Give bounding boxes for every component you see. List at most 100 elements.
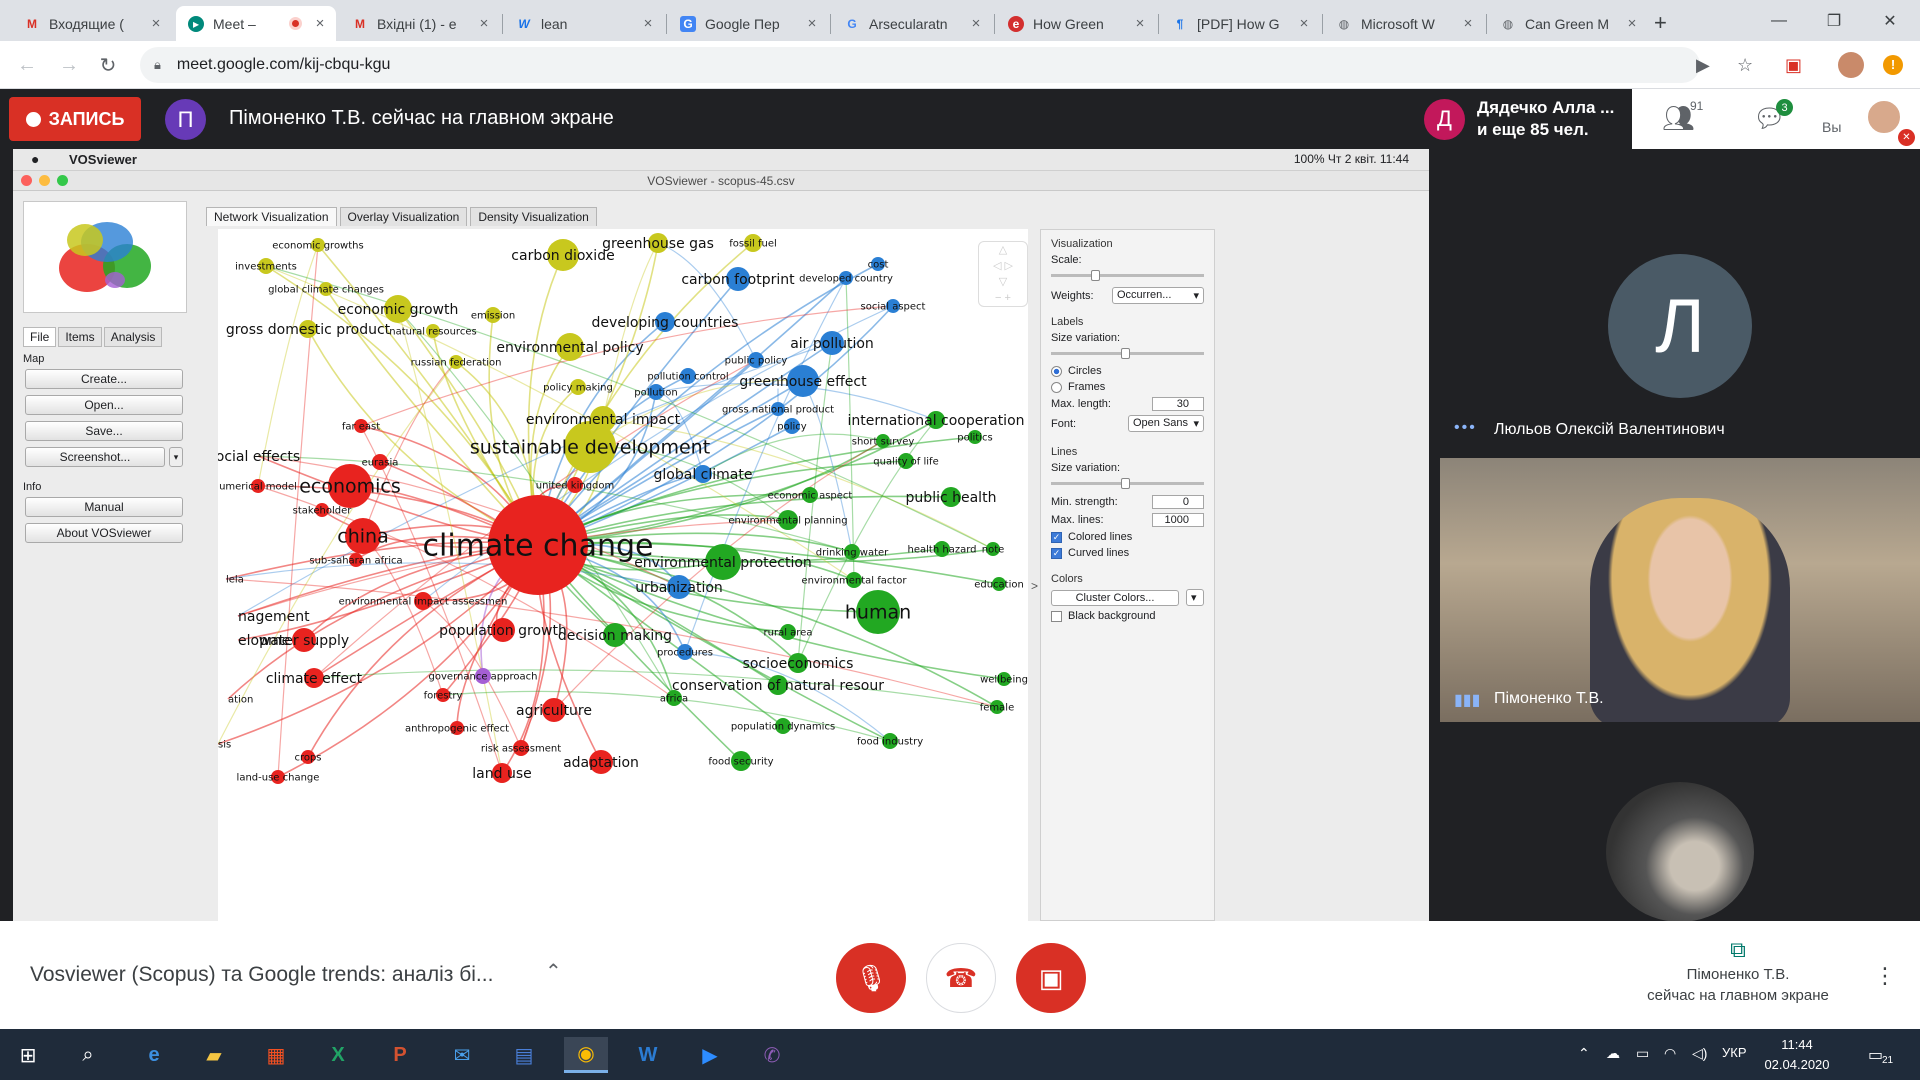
- tab-analysis[interactable]: Analysis: [103, 327, 163, 347]
- store-icon[interactable]: ▦: [254, 1037, 298, 1073]
- network-map[interactable]: climate change sustainable development car…: [218, 229, 1028, 921]
- taskbar-clock[interactable]: 11:44 02.04.2020: [1752, 1035, 1842, 1075]
- notifications-icon[interactable]: ▭: [1868, 1045, 1883, 1065]
- window-minimize-button[interactable]: [39, 175, 50, 186]
- tab-overlay-visualization[interactable]: Overlay Visualization: [339, 207, 468, 226]
- microphone-toggle-button[interactable]: 🎙︎: [836, 943, 906, 1013]
- tab-file[interactable]: File: [23, 327, 57, 347]
- save-button[interactable]: Save...: [25, 421, 183, 441]
- colored-lines-checkbox[interactable]: ✓: [1051, 531, 1062, 543]
- meeting-title[interactable]: Vosviewer (Scopus) та Google trends: ана…: [30, 963, 493, 987]
- camera-indicator-icon[interactable]: ▶: [1696, 55, 1710, 76]
- profile-avatar[interactable]: [1838, 52, 1864, 78]
- browser-tab[interactable]: M Вхідні (1) - e ×: [340, 6, 500, 41]
- scale-slider[interactable]: [1051, 270, 1204, 281]
- cluster-colors-dropdown-icon[interactable]: ▾: [1186, 589, 1204, 606]
- volume-icon[interactable]: ◁): [1692, 1045, 1707, 1062]
- close-window-button[interactable]: ✕: [1862, 0, 1918, 41]
- self-avatar[interactable]: [1866, 99, 1902, 135]
- network-svg[interactable]: climate change sustainable development car…: [218, 229, 1028, 921]
- zoom-icon[interactable]: ▶: [688, 1037, 732, 1073]
- participant-video-tile[interactable]: ▮▮▮ Пімоненко Т.В.: [1440, 458, 1920, 722]
- close-tab-icon[interactable]: ×: [1132, 15, 1148, 32]
- address-bar[interactable]: 🔒︎ meet.google.com/kij-cbqu-kgu: [140, 47, 1700, 83]
- lines-size-slider[interactable]: [1051, 478, 1204, 489]
- open-button[interactable]: Open...: [25, 395, 183, 415]
- save-disk-icon[interactable]: ▤: [502, 1037, 546, 1073]
- labels-size-slider[interactable]: [1051, 348, 1204, 359]
- chevron-up-icon[interactable]: ⌃: [545, 959, 562, 984]
- extension-icon[interactable]: ▣: [1785, 55, 1802, 76]
- tab-items[interactable]: Items: [58, 327, 102, 347]
- about-button[interactable]: About VOSviewer: [25, 523, 183, 543]
- update-alert-icon[interactable]: !: [1883, 55, 1903, 75]
- curved-lines-checkbox[interactable]: ✓: [1051, 547, 1062, 559]
- circles-radio[interactable]: [1051, 365, 1062, 377]
- collapse-panel-icon[interactable]: >: [1031, 579, 1038, 593]
- viber-icon[interactable]: ✆: [750, 1037, 794, 1073]
- slider-knob[interactable]: [1091, 270, 1100, 281]
- min-strength-input[interactable]: 0: [1152, 495, 1204, 509]
- frames-radio[interactable]: [1051, 381, 1062, 393]
- chrome-icon[interactable]: ◉: [564, 1037, 608, 1073]
- battery-icon[interactable]: ▭: [1636, 1045, 1649, 1062]
- browser-tab[interactable]: ¶ [PDF] How G ×: [1160, 6, 1320, 41]
- browser-tab[interactable]: ◍ Microsoft W ×: [1324, 6, 1484, 41]
- participants-preview[interactable]: Д Дядечко Алла ... и еще 85 чел.: [1418, 89, 1630, 149]
- max-lines-input[interactable]: 1000: [1152, 513, 1204, 527]
- create-button[interactable]: Create...: [25, 369, 183, 389]
- back-button[interactable]: ←: [13, 51, 41, 79]
- close-tab-icon[interactable]: ×: [968, 15, 984, 32]
- browser-tab[interactable]: G Arsecularatn ×: [832, 6, 992, 41]
- tab-density-visualization[interactable]: Density Visualization: [470, 207, 597, 226]
- tray-chevron-icon[interactable]: ⌃: [1578, 1045, 1590, 1062]
- mail-icon[interactable]: ✉: [440, 1037, 484, 1073]
- slider-knob[interactable]: [1121, 478, 1130, 489]
- screenshot-button[interactable]: Screenshot...: [25, 447, 165, 467]
- wifi-icon[interactable]: ◠: [1664, 1045, 1676, 1062]
- bookmark-star-icon[interactable]: ☆: [1737, 55, 1753, 76]
- screenshot-dropdown-icon[interactable]: ▾: [169, 447, 183, 467]
- window-zoom-button[interactable]: [57, 175, 68, 186]
- browser-tab[interactable]: e How Green ×: [996, 6, 1156, 41]
- excel-icon[interactable]: X: [316, 1037, 360, 1073]
- presenting-status[interactable]: ⧉ Пімоненко Т.В. сейчас на главном экран…: [1628, 939, 1848, 1006]
- close-tab-icon[interactable]: ×: [804, 15, 820, 32]
- language-indicator[interactable]: УКР: [1722, 1045, 1747, 1060]
- close-tab-icon[interactable]: ×: [148, 15, 164, 32]
- black-background-checkbox[interactable]: [1051, 610, 1062, 622]
- close-tab-icon[interactable]: ×: [1624, 15, 1640, 32]
- onedrive-icon[interactable]: ☁: [1606, 1045, 1620, 1062]
- file-explorer-icon[interactable]: ▰: [192, 1037, 236, 1073]
- participant-tile[interactable]: Л ••• Люльов Олексій Валентинович: [1440, 149, 1920, 449]
- browser-tab[interactable]: M Входящие ( ×: [12, 6, 172, 41]
- close-tab-icon[interactable]: ×: [1296, 15, 1312, 32]
- minimize-button[interactable]: —: [1751, 0, 1807, 41]
- reload-button[interactable]: ↻: [94, 51, 122, 79]
- maximize-button[interactable]: ❐: [1806, 0, 1862, 41]
- close-tab-icon[interactable]: ×: [1460, 15, 1476, 32]
- new-tab-button[interactable]: +: [1654, 10, 1667, 36]
- font-select[interactable]: Open Sans ▾: [1128, 415, 1204, 432]
- browser-tab[interactable]: ◍ Can Green M ×: [1488, 6, 1648, 41]
- more-options-icon[interactable]: ⋮: [1874, 963, 1896, 989]
- window-close-button[interactable]: [21, 175, 32, 186]
- leave-call-button[interactable]: ☎: [926, 943, 996, 1013]
- tab-network-visualization[interactable]: Network Visualization: [206, 207, 337, 226]
- close-tab-icon[interactable]: ×: [476, 15, 492, 32]
- cluster-colors-button[interactable]: Cluster Colors...: [1051, 589, 1179, 606]
- zoom-pan-control[interactable]: △ ◁ ▷ ▽ − +: [978, 241, 1028, 307]
- weights-select[interactable]: Occurren... ▾: [1112, 287, 1204, 304]
- start-button[interactable]: ⊞: [6, 1037, 50, 1073]
- close-tab-icon[interactable]: ×: [640, 15, 656, 32]
- slider-knob[interactable]: [1121, 348, 1130, 359]
- browser-tab[interactable]: W lean ×: [504, 6, 664, 41]
- edge-icon[interactable]: e: [132, 1037, 176, 1073]
- close-tab-icon[interactable]: ×: [312, 15, 328, 32]
- browser-tab-active[interactable]: ▸ Meet – ×: [176, 6, 336, 41]
- word-icon[interactable]: W: [626, 1037, 670, 1073]
- camera-toggle-button[interactable]: ▣: [1016, 943, 1086, 1013]
- max-length-input[interactable]: 30: [1152, 397, 1204, 411]
- manual-button[interactable]: Manual: [25, 497, 183, 517]
- search-icon[interactable]: ⌕: [66, 1037, 110, 1073]
